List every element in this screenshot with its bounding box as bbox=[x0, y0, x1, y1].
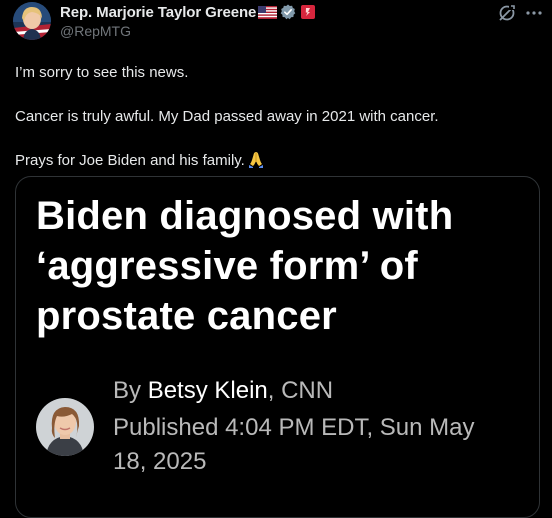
tweet-text-line: Prays for Joe Biden and his family. bbox=[15, 152, 245, 169]
verified-badge-icon[interactable] bbox=[280, 4, 296, 20]
tweet-header: Rep. Marjorie Taylor Greene @RepMTG bbox=[0, 0, 552, 44]
article-headline[interactable]: Biden diagnosed with ‘aggressive form’ o… bbox=[36, 191, 536, 341]
article-published-date: Published 4:04 PM EDT, Sun May 18, 2025 bbox=[113, 411, 513, 479]
byline-outlet: , CNN bbox=[267, 377, 334, 404]
author-avatar[interactable] bbox=[13, 2, 51, 40]
published-line: 18, 2025 bbox=[113, 448, 207, 475]
author-display-name[interactable]: Rep. Marjorie Taylor Greene bbox=[60, 4, 256, 21]
government-affiliate-icon[interactable] bbox=[301, 5, 316, 19]
folded-hands-icon bbox=[247, 150, 265, 168]
article-author-photo bbox=[36, 398, 94, 456]
headline-line: prostate cancer bbox=[36, 294, 337, 338]
us-flag-icon bbox=[258, 5, 278, 19]
avatar-image bbox=[13, 2, 51, 40]
published-line: Published 4:04 PM EDT, Sun May bbox=[113, 414, 475, 441]
more-horizontal-icon[interactable] bbox=[524, 3, 544, 23]
headline-line: ‘aggressive form’ of bbox=[36, 244, 418, 288]
tweet-text-line: I’m sorry to see this news. bbox=[15, 64, 189, 81]
grok-icon[interactable] bbox=[497, 3, 517, 23]
article-byline: By Betsy Klein, CNN bbox=[113, 373, 333, 409]
article-author-name[interactable]: Betsy Klein bbox=[148, 377, 268, 404]
tweet-body: I’m sorry to see this news. Cancer is tr… bbox=[15, 62, 540, 172]
tweet-text-line: Cancer is truly awful. My Dad passed awa… bbox=[15, 108, 439, 125]
tweet-text-line-with-emoji: Prays for Joe Biden and his family. bbox=[15, 150, 540, 172]
byline-prefix: By bbox=[113, 377, 148, 404]
link-preview-card[interactable]: Biden diagnosed with ‘aggressive form’ o… bbox=[15, 176, 540, 518]
headline-line: Biden diagnosed with bbox=[36, 194, 454, 238]
author-handle[interactable]: @RepMTG bbox=[60, 23, 131, 39]
author-name-row: Rep. Marjorie Taylor Greene bbox=[60, 3, 316, 21]
